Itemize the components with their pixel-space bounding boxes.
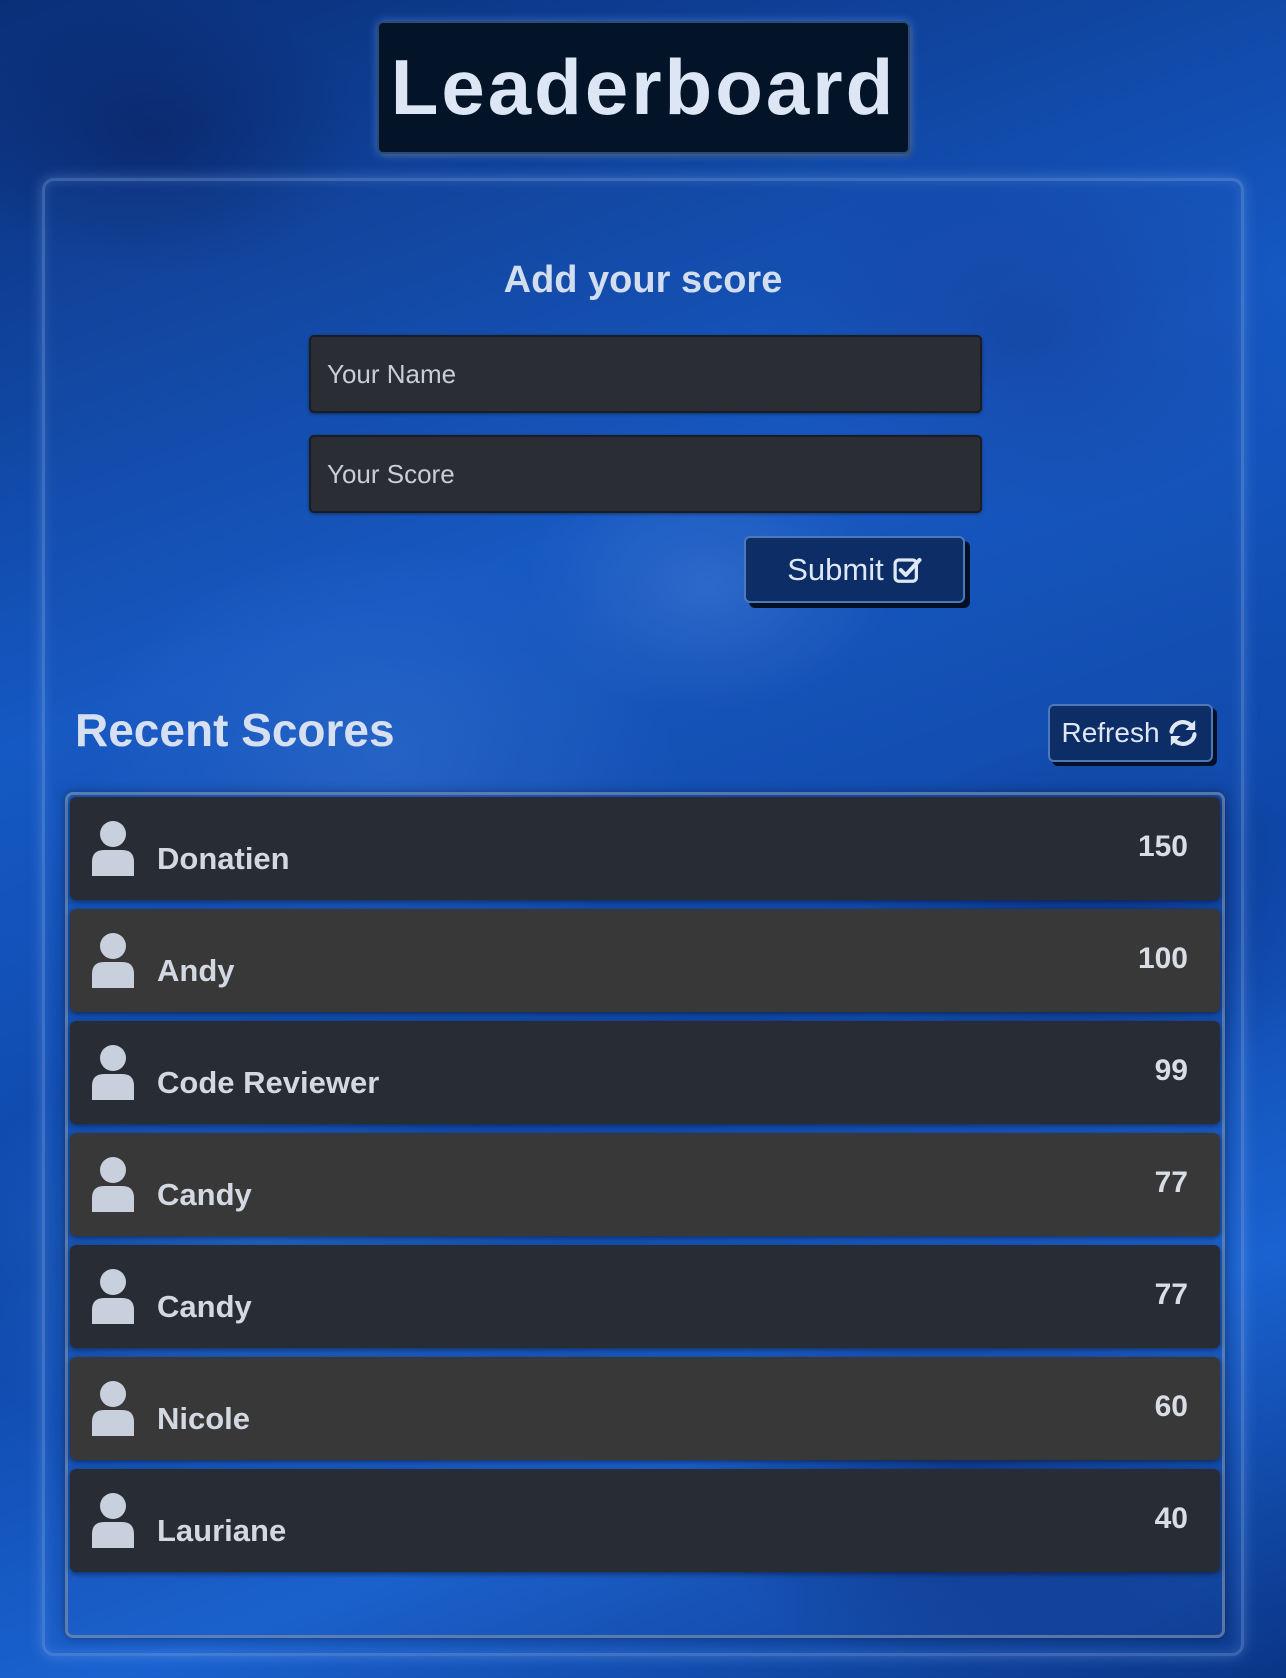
page-title: Leaderboard xyxy=(390,43,897,131)
list-item: Lauriane 40 xyxy=(70,1469,1220,1572)
score-input[interactable] xyxy=(309,435,982,513)
user-icon xyxy=(92,1269,134,1324)
list-item: Andy 100 xyxy=(70,909,1220,1012)
list-item: Code Reviewer 99 xyxy=(70,1021,1220,1124)
score-list: Donatien 150 Andy 100 Code Reviewer 99 Candy 77… xyxy=(65,792,1225,1638)
sync-icon xyxy=(1168,720,1197,746)
list-item: Candy 77 xyxy=(70,1133,1220,1236)
player-name: Candy xyxy=(157,1289,252,1324)
main-panel: Add your score Submit Recent Scores Refr… xyxy=(42,178,1244,1656)
player-score: 77 xyxy=(1154,1278,1188,1311)
player-score: 60 xyxy=(1154,1390,1188,1423)
user-icon xyxy=(92,1157,134,1212)
player-score: 40 xyxy=(1154,1502,1188,1535)
player-name: Candy xyxy=(157,1177,252,1212)
recent-scores-title: Recent Scores xyxy=(75,704,395,756)
player-score: 150 xyxy=(1137,830,1188,863)
refresh-button[interactable]: Refresh xyxy=(1048,704,1213,762)
user-icon xyxy=(92,933,134,988)
user-icon xyxy=(92,1493,134,1548)
player-name: Code Reviewer xyxy=(157,1065,380,1100)
title-box: Leaderboard xyxy=(377,21,910,154)
player-score: 99 xyxy=(1154,1054,1188,1087)
player-score: 77 xyxy=(1154,1166,1188,1199)
list-item: Donatien 150 xyxy=(70,797,1220,900)
list-item: Nicole 60 xyxy=(70,1357,1220,1460)
user-icon xyxy=(92,1381,134,1436)
name-input[interactable] xyxy=(309,335,982,413)
submit-button[interactable]: Submit xyxy=(744,536,965,603)
player-name: Donatien xyxy=(157,841,290,876)
player-score: 100 xyxy=(1137,942,1188,975)
check-square-icon xyxy=(893,557,922,583)
form-title: Add your score xyxy=(503,259,783,301)
user-icon xyxy=(92,821,134,876)
player-name: Nicole xyxy=(157,1401,251,1436)
refresh-label: Refresh xyxy=(1061,717,1160,748)
list-item: Candy 77 xyxy=(70,1245,1220,1348)
player-name: Lauriane xyxy=(157,1513,287,1548)
submit-label: Submit xyxy=(787,551,884,587)
user-icon xyxy=(92,1045,134,1100)
player-name: Andy xyxy=(157,953,235,988)
